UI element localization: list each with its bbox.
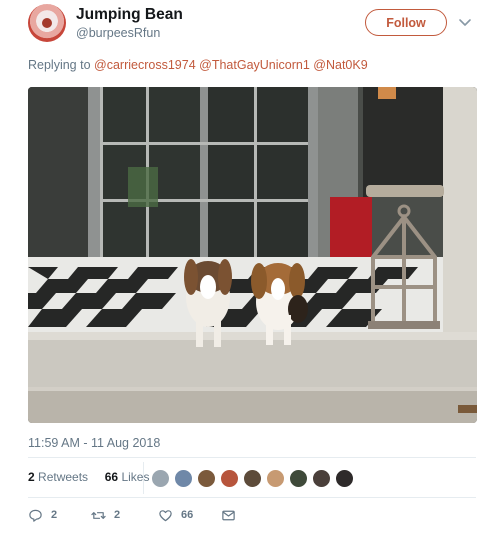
liker-avatar[interactable]: [289, 469, 308, 488]
mention-link[interactable]: @ThatGayUnicorn1: [199, 58, 310, 72]
mention-link[interactable]: @Nat0K9: [313, 58, 367, 72]
photo-beagles-on-porch: [28, 87, 477, 423]
engagement-stats: 2 Retweets 66 Likes: [28, 470, 149, 484]
divider: [28, 497, 476, 498]
like-count: 66: [181, 509, 194, 521]
liker-avatars: [151, 469, 354, 488]
retweets-count[interactable]: 2: [28, 470, 35, 484]
replying-to-label: Replying to: [28, 58, 91, 72]
like-button[interactable]: 66: [158, 506, 193, 524]
mention-link[interactable]: @carriecross1974: [94, 58, 196, 72]
chevron-down-icon[interactable]: [457, 14, 473, 30]
likes-label[interactable]: Likes: [121, 470, 149, 484]
author-avatar[interactable]: [28, 4, 66, 42]
envelope-icon: [222, 510, 235, 520]
replying-to-line: Replying to @carriecross1974 @ThatGayUni…: [28, 58, 368, 72]
tweet-card: Jumping Bean @burpeesRfun Follow Replyin…: [0, 0, 502, 540]
tweet-photo[interactable]: [28, 87, 477, 423]
liker-avatar[interactable]: [312, 469, 331, 488]
tweet-timestamp[interactable]: 11:59 AM - 11 Aug 2018: [28, 436, 160, 450]
liker-avatar[interactable]: [197, 469, 216, 488]
reply-icon: [29, 509, 42, 522]
retweets-label[interactable]: Retweets: [38, 470, 88, 484]
retweet-icon: [91, 511, 106, 519]
liker-avatar[interactable]: [243, 469, 262, 488]
liker-avatar[interactable]: [266, 469, 285, 488]
liker-avatar[interactable]: [335, 469, 354, 488]
author-name[interactable]: Jumping Bean: [76, 6, 183, 24]
heart-icon: [159, 509, 172, 521]
retweet-button[interactable]: 2: [91, 506, 120, 524]
divider: [28, 457, 476, 458]
follow-button[interactable]: Follow: [365, 9, 447, 36]
retweet-count: 2: [114, 509, 121, 521]
direct-message-button[interactable]: [221, 506, 236, 524]
author-handle[interactable]: @burpeesRfun: [76, 26, 160, 40]
liker-avatar[interactable]: [151, 469, 170, 488]
reply-count: 2: [51, 509, 58, 521]
likes-count[interactable]: 66: [105, 470, 118, 484]
divider: [143, 462, 144, 494]
reply-button[interactable]: 2: [28, 506, 57, 524]
liker-avatar[interactable]: [174, 469, 193, 488]
liker-avatar[interactable]: [220, 469, 239, 488]
